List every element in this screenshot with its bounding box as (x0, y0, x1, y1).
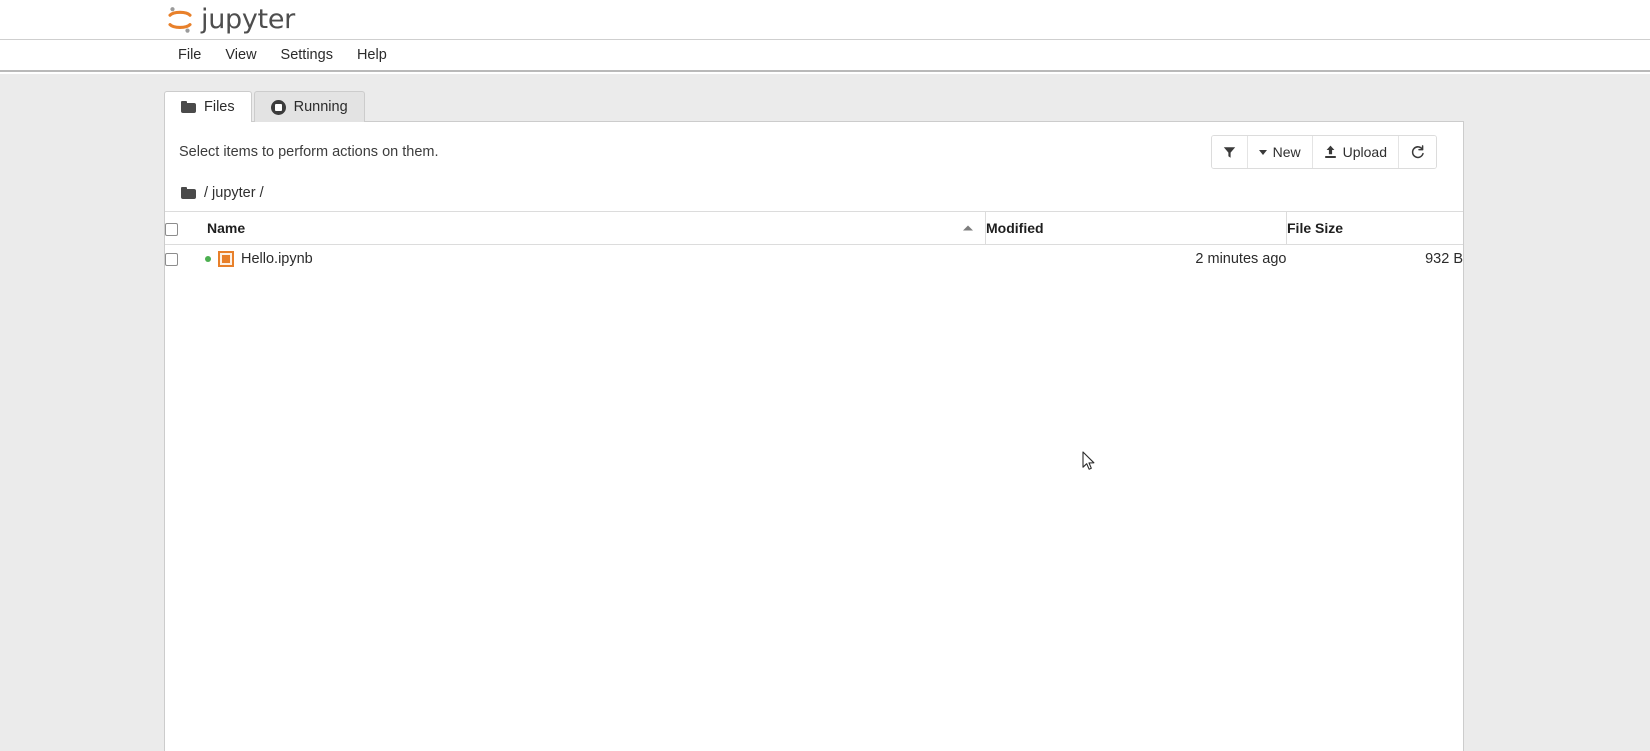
file-name-link[interactable]: Hello.ipynb (241, 251, 313, 267)
menu-bar: File View Settings Help (0, 40, 1650, 72)
stop-circle-icon (270, 99, 286, 115)
page-body: Files Running Select items to perform ac… (0, 74, 1650, 751)
jupyter-logo[interactable]: jupyter (166, 5, 295, 35)
upload-button-label: Upload (1342, 144, 1387, 160)
select-all-header (165, 211, 207, 245)
row-checkbox[interactable] (165, 252, 178, 266)
tab-files[interactable]: Files (164, 91, 252, 122)
action-row: Select items to perform actions on them.… (165, 122, 1463, 177)
breadcrumb-path[interactable]: / jupyter / (204, 185, 264, 201)
logo-bar: jupyter (0, 0, 1650, 40)
caret-down-icon (1258, 149, 1267, 155)
row-modified-cell: 2 minutes ago (1195, 251, 1287, 267)
tab-strip: Files Running (164, 90, 365, 122)
upload-icon (1324, 145, 1337, 159)
breadcrumb: / jupyter / (165, 177, 1463, 211)
row-select-cell (165, 245, 207, 274)
menu-item-help[interactable]: Help (345, 44, 399, 67)
filter-icon (1223, 146, 1236, 159)
upload-button[interactable]: Upload (1311, 136, 1398, 168)
select-items-hint: Select items to perform actions on them. (179, 144, 439, 160)
file-table-head: Name Modified File Size (165, 211, 1463, 245)
tab-files-label: Files (204, 99, 235, 115)
file-browser-panel: Select items to perform actions on them.… (164, 121, 1464, 751)
new-button-label: New (1272, 144, 1301, 160)
file-toolbar: New Upload (1210, 135, 1437, 169)
folder-icon (181, 187, 196, 199)
column-header-size-label: File Size (1287, 220, 1344, 236)
refresh-icon (1410, 144, 1425, 160)
folder-icon (181, 101, 196, 113)
file-table: Name Modified File Size Hello.ipynb 2 mi… (165, 211, 1463, 274)
column-header-name-label: Name (207, 220, 246, 236)
column-header-modified[interactable]: Modified (985, 211, 1287, 245)
row-size-cell: 932 B (1425, 251, 1463, 267)
refresh-button[interactable] (1398, 136, 1436, 168)
filter-button[interactable] (1211, 136, 1247, 168)
tab-running[interactable]: Running (253, 91, 365, 122)
select-all-checkbox[interactable] (165, 222, 178, 236)
notebook-icon (218, 251, 234, 267)
menu-item-file[interactable]: File (166, 44, 213, 67)
column-header-size[interactable]: File Size (1286, 211, 1463, 245)
column-header-name[interactable]: Name (207, 211, 986, 245)
tab-running-label: Running (293, 99, 348, 115)
file-table-header-row: Name Modified File Size (165, 211, 1463, 245)
jupyter-logo-icon (166, 5, 194, 35)
running-indicator-dot (205, 256, 211, 262)
menu-item-settings[interactable]: Settings (269, 44, 345, 67)
sort-asc-icon (963, 225, 973, 231)
row-name-cell: Hello.ipynb (205, 245, 986, 274)
file-table-body: Hello.ipynb 2 minutes ago 932 B (165, 245, 1463, 274)
column-header-modified-label: Modified (986, 220, 1044, 236)
new-button[interactable]: New (1246, 136, 1312, 168)
menu-item-view[interactable]: View (213, 44, 268, 67)
table-row[interactable]: Hello.ipynb 2 minutes ago 932 B (165, 245, 1463, 274)
jupyter-logo-text: jupyter (201, 4, 295, 35)
